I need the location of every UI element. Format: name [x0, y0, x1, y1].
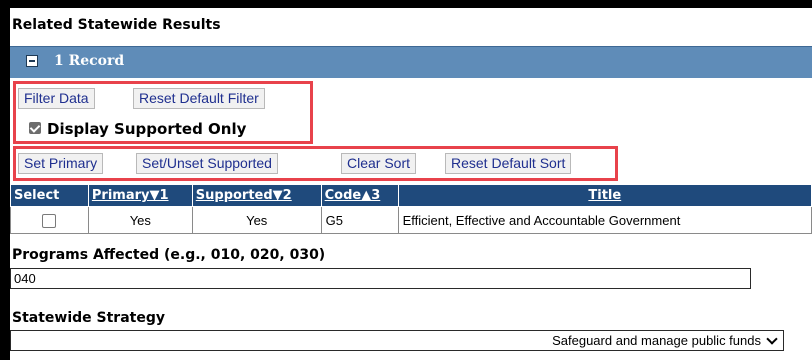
programs-affected-label: Programs Affected (e.g., 010, 020, 030) [12, 247, 326, 263]
row-code-cell: G5 [320, 206, 399, 234]
sort-code-link[interactable]: Code▲3 [325, 188, 381, 203]
row-select-checkbox[interactable] [42, 213, 57, 228]
row-title-cell: Efficient, Effective and Accountable Gov… [397, 206, 812, 234]
sort-supported-link[interactable]: Supported▼2 [196, 188, 292, 203]
record-count: 1 Record [54, 53, 125, 69]
column-header-code[interactable]: Code▲3 [320, 184, 399, 207]
statewide-strategy-label: Statewide Strategy [12, 310, 165, 326]
statewide-results-panel: Related Statewide Results 1 Record Filte… [10, 8, 812, 360]
column-header-title[interactable]: Title [397, 184, 812, 207]
row-supported-cell: Yes [191, 206, 322, 234]
set-unset-supported-button[interactable]: Set/Unset Supported [136, 153, 278, 174]
reset-default-sort-button[interactable]: Reset Default Sort [445, 153, 572, 174]
set-primary-button[interactable]: Set Primary [18, 153, 104, 174]
display-supported-label: Display Supported Only [47, 120, 247, 138]
display-supported-checkbox[interactable] [29, 122, 41, 134]
record-bar[interactable]: 1 Record [10, 46, 812, 78]
chevron-down-icon [766, 333, 778, 345]
reset-default-filter-button[interactable]: Reset Default Filter [133, 88, 265, 109]
column-header-select: Select [10, 184, 89, 207]
column-header-supported[interactable]: Supported▼2 [191, 184, 322, 207]
table-header-row: Select Primary▼1 Supported▼2 Code▲3 Titl… [10, 184, 812, 207]
sort-title-link[interactable]: Title [588, 188, 621, 203]
statewide-strategy-value: Safeguard and manage public funds [552, 333, 761, 348]
results-table: Select Primary▼1 Supported▼2 Code▲3 Titl… [10, 184, 812, 234]
row-select-cell [10, 206, 89, 234]
statewide-strategy-select[interactable]: Safeguard and manage public funds [10, 330, 784, 351]
section-title: Related Statewide Results [12, 17, 221, 33]
programs-affected-input[interactable]: 040 [10, 268, 751, 289]
clear-sort-button[interactable]: Clear Sort [341, 153, 417, 174]
filter-data-button[interactable]: Filter Data [18, 88, 95, 109]
row-primary-cell: Yes [87, 206, 193, 234]
table-row: Yes Yes G5 Efficient, Effective and Acco… [10, 206, 812, 234]
column-header-primary[interactable]: Primary▼1 [87, 184, 193, 207]
sort-primary-link[interactable]: Primary▼1 [92, 188, 169, 203]
collapse-icon[interactable] [26, 55, 38, 67]
